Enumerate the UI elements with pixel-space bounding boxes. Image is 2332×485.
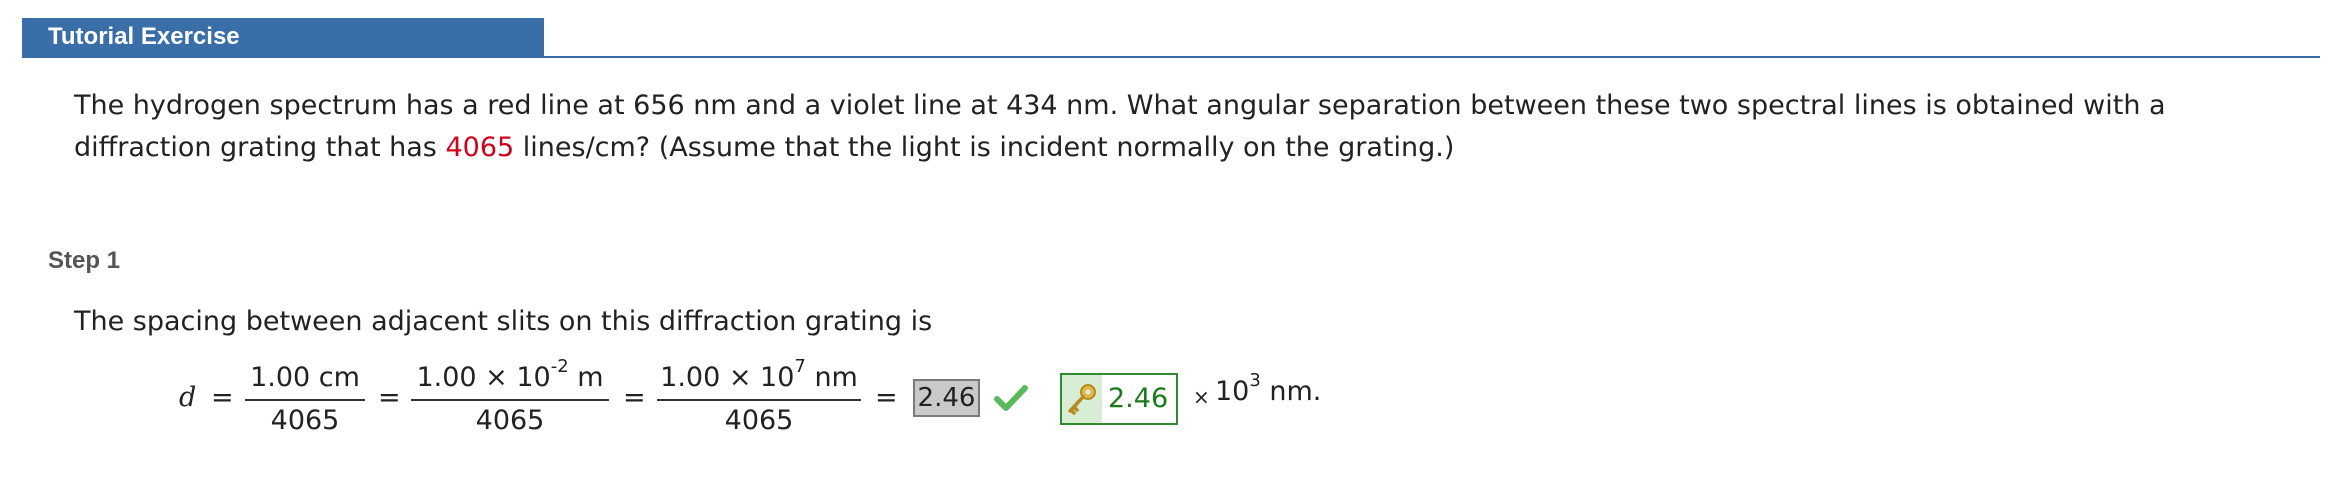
multiplier: 103 nm.	[1215, 372, 1322, 408]
fraction-2-mantissa: 1.00 × 10	[416, 362, 551, 393]
fraction-3-numerator: 1.00 × 107 nm	[657, 358, 861, 394]
equation-variable: d	[179, 382, 197, 413]
problem-text-after: lines/cm? (Assume that the light is inci…	[514, 132, 1455, 163]
answer-key-box[interactable]: 2.46	[1060, 373, 1178, 425]
fraction-1-denominator: 4065	[270, 405, 340, 436]
problem-highlight-value: 4065	[445, 132, 515, 163]
equals-sign: =	[211, 382, 234, 413]
fraction-1-bar	[245, 399, 365, 401]
fraction-2-denominator: 4065	[475, 405, 545, 436]
fraction-3: 1.00 × 107 nm 4065	[657, 358, 861, 436]
header-title: Tutorial Exercise	[48, 23, 240, 50]
fraction-3-exponent: 7	[794, 356, 806, 377]
check-icon	[993, 380, 1029, 416]
fraction-2-unit: m	[568, 362, 604, 393]
key-value: 2.46	[1108, 383, 1169, 414]
multiplier-exponent: 3	[1249, 370, 1261, 391]
fraction-1: 1.00 cm 4065	[245, 362, 365, 436]
equals-sign: =	[378, 382, 401, 413]
fraction-2-exponent: -2	[550, 356, 569, 377]
problem-statement: The hydrogen spectrum has a red line at …	[74, 85, 2294, 169]
fraction-3-mantissa: 1.00 × 10	[660, 362, 795, 393]
equals-sign: =	[623, 382, 646, 413]
fraction-3-denominator: 4065	[724, 405, 794, 436]
header-divider	[22, 56, 2320, 58]
fraction-2-numerator: 1.00 × 10-2 m	[411, 358, 609, 394]
fraction-2: 1.00 × 10-2 m 4065	[411, 358, 609, 436]
step-explanation: The spacing between adjacent slits on th…	[74, 306, 933, 337]
answer-input[interactable]: 2.46	[913, 379, 980, 417]
header-bar: Tutorial Exercise	[22, 18, 544, 57]
step-title: Step 1	[48, 247, 121, 274]
equals-sign: =	[875, 382, 898, 413]
fraction-3-unit: nm	[805, 362, 858, 393]
multiplier-base: 10	[1215, 376, 1250, 407]
fraction-1-numerator: 1.00 cm	[250, 362, 360, 393]
key-icon[interactable]	[1062, 375, 1102, 423]
fraction-3-bar	[657, 399, 861, 401]
unit-label: nm.	[1260, 376, 1322, 407]
times-sign: ×	[1193, 385, 1210, 409]
fraction-2-bar	[411, 399, 609, 401]
